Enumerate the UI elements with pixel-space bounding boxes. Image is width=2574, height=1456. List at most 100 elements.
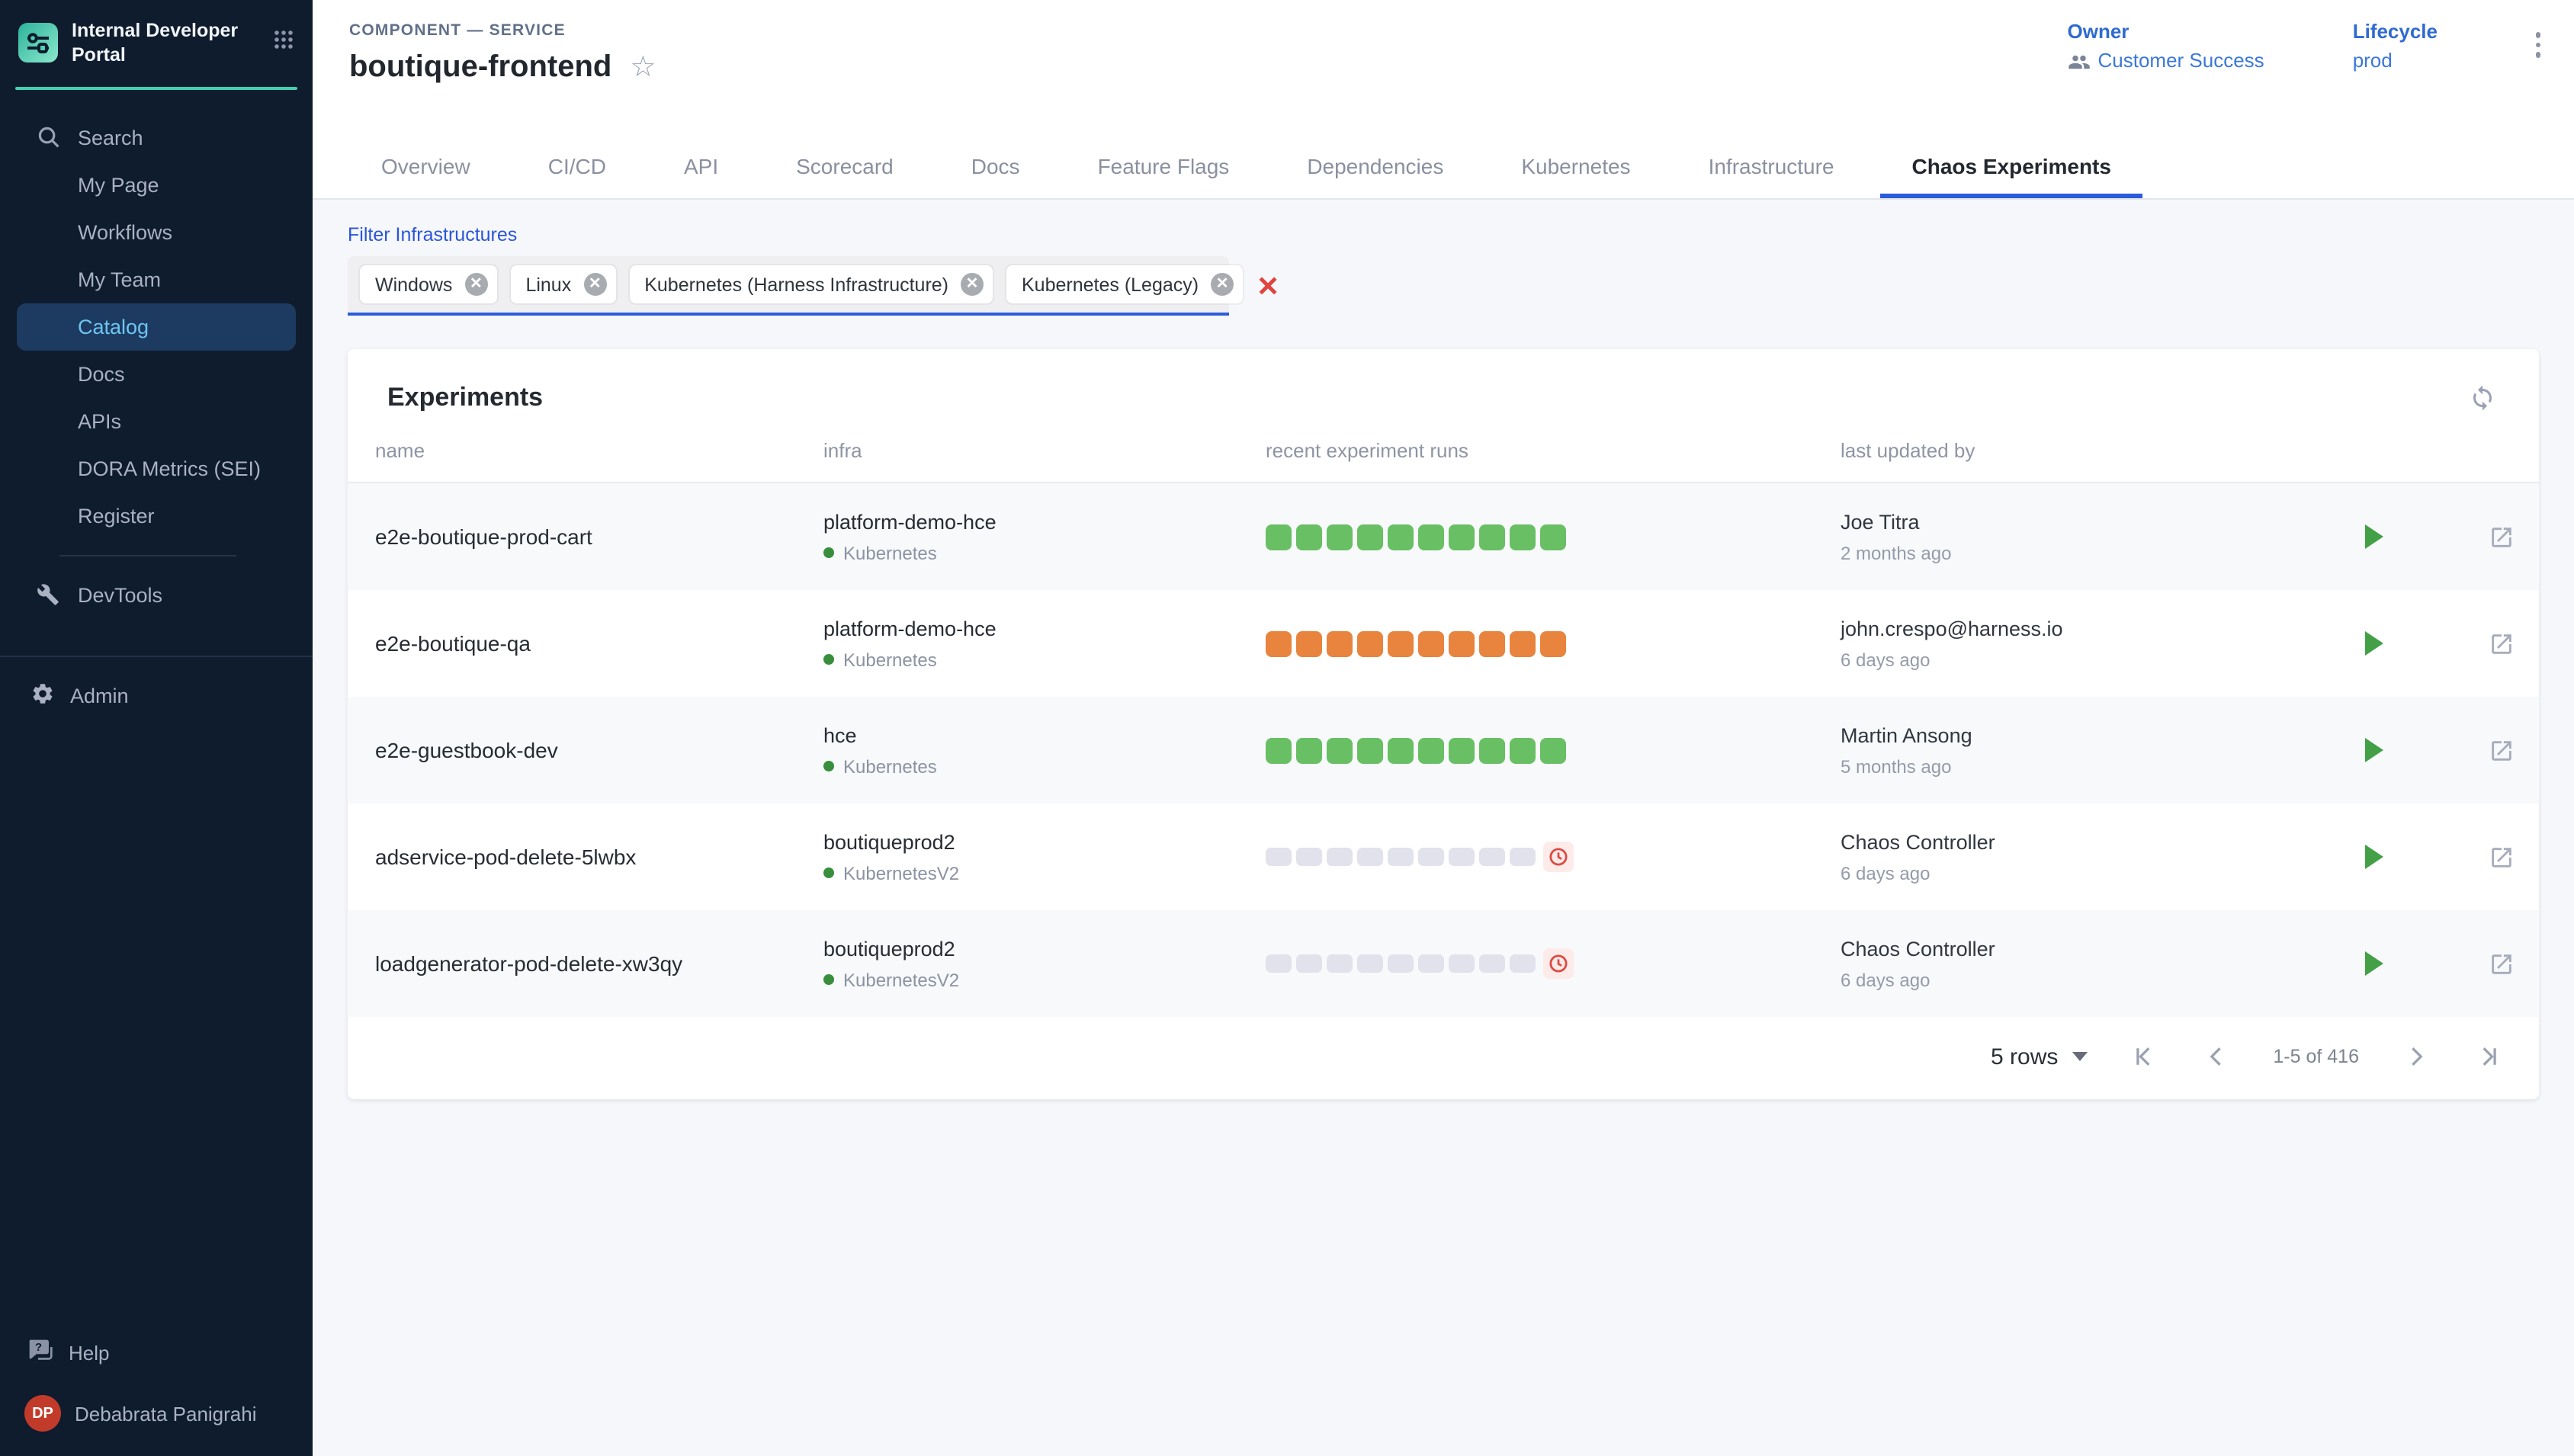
table-row[interactable]: e2e-guestbook-devhceKubernetesMartin Ans… xyxy=(348,697,2539,803)
tab-scorecard[interactable]: Scorecard xyxy=(764,134,926,198)
sidebar-item-my-team[interactable]: My Team xyxy=(17,255,296,303)
run-indicator-pending[interactable] xyxy=(1388,954,1414,973)
run-experiment-button[interactable] xyxy=(2364,738,2385,762)
favorite-star-icon[interactable]: ☆ xyxy=(630,53,656,82)
run-indicator-pending[interactable] xyxy=(1510,954,1536,973)
run-indicator-pending[interactable] xyxy=(1479,848,1505,866)
tab-infrastructure[interactable]: Infrastructure xyxy=(1677,134,1866,198)
run-indicator-success[interactable] xyxy=(1479,737,1505,763)
open-external-icon[interactable] xyxy=(2489,844,2515,870)
filter-chip[interactable]: Windows✕ xyxy=(360,265,496,303)
filter-chip[interactable]: Kubernetes (Harness Infrastructure)✕ xyxy=(629,265,993,303)
tab-docs[interactable]: Docs xyxy=(939,134,1052,198)
chip-remove-icon[interactable]: ✕ xyxy=(1211,273,1234,296)
refresh-icon[interactable] xyxy=(2469,384,2496,412)
run-indicator-pending[interactable] xyxy=(1510,848,1536,866)
run-indicator-success[interactable] xyxy=(1449,737,1475,763)
tab-feature-flags[interactable]: Feature Flags xyxy=(1066,134,1262,198)
run-indicator-pending[interactable] xyxy=(1266,954,1292,973)
run-experiment-button[interactable] xyxy=(2364,524,2385,549)
tab-api[interactable]: API xyxy=(652,134,750,198)
filter-chip[interactable]: Linux✕ xyxy=(510,265,615,303)
first-page-button[interactable] xyxy=(2126,1040,2160,1073)
sidebar-item-help[interactable]: ? Help xyxy=(0,1339,313,1368)
run-indicator-failed[interactable] xyxy=(1418,630,1444,656)
run-indicator-failed[interactable] xyxy=(1388,630,1414,656)
table-row[interactable]: e2e-boutique-prod-cartplatform-demo-hceK… xyxy=(348,483,2539,590)
sidebar-item-apis[interactable]: APIs xyxy=(17,397,296,444)
sidebar-item-dora-metrics-sei-[interactable]: DORA Metrics (SEI) xyxy=(17,444,296,492)
run-indicator-failed[interactable] xyxy=(1296,630,1322,656)
sidebar-item-workflows[interactable]: Workflows xyxy=(17,208,296,255)
run-indicator-success[interactable] xyxy=(1327,737,1353,763)
run-indicator-pending[interactable] xyxy=(1327,954,1353,973)
run-indicator-success[interactable] xyxy=(1357,737,1383,763)
infrastructure-filter-input[interactable]: Windows✕ Linux✕ Kubernetes (Harness Infras… xyxy=(348,256,1229,316)
sidebar-item-my-page[interactable]: My Page xyxy=(17,161,296,208)
run-indicator-pending[interactable] xyxy=(1357,954,1383,973)
owner-link[interactable]: Customer Success xyxy=(2068,49,2264,72)
sidebar-item-admin[interactable]: Admin xyxy=(0,656,313,710)
run-indicator-failed[interactable] xyxy=(1449,630,1475,656)
open-external-icon[interactable] xyxy=(2489,737,2515,763)
run-indicator-success[interactable] xyxy=(1540,737,1566,763)
user-menu[interactable]: DP Debabrata Panigrahi xyxy=(0,1395,313,1456)
run-indicator-success[interactable] xyxy=(1418,524,1444,550)
tab-dependencies[interactable]: Dependencies xyxy=(1275,134,1475,198)
scheduled-run-clock-icon[interactable] xyxy=(1543,842,1574,872)
tab-kubernetes[interactable]: Kubernetes xyxy=(1489,134,1662,198)
sidebar-item-devtools[interactable]: DevTools xyxy=(17,571,296,618)
open-external-icon[interactable] xyxy=(2489,630,2515,656)
run-indicator-pending[interactable] xyxy=(1449,848,1475,866)
run-indicator-failed[interactable] xyxy=(1357,630,1383,656)
open-external-icon[interactable] xyxy=(2489,524,2515,550)
run-indicator-success[interactable] xyxy=(1388,524,1414,550)
run-indicator-success[interactable] xyxy=(1266,737,1292,763)
last-page-button[interactable] xyxy=(2472,1040,2505,1073)
run-indicator-success[interactable] xyxy=(1510,737,1536,763)
run-indicator-pending[interactable] xyxy=(1479,954,1505,973)
sidebar-item-docs[interactable]: Docs xyxy=(17,350,296,397)
run-indicator-pending[interactable] xyxy=(1388,848,1414,866)
sidebar-item-catalog[interactable]: Catalog xyxy=(17,303,296,350)
clear-filters-icon[interactable]: ✕ xyxy=(1257,272,1279,300)
run-indicator-success[interactable] xyxy=(1388,737,1414,763)
run-indicator-failed[interactable] xyxy=(1540,630,1566,656)
run-indicator-pending[interactable] xyxy=(1357,848,1383,866)
tab-overview[interactable]: Overview xyxy=(349,134,502,198)
run-indicator-pending[interactable] xyxy=(1266,848,1292,866)
run-indicator-pending[interactable] xyxy=(1418,954,1444,973)
kebab-menu-icon[interactable] xyxy=(2526,26,2550,63)
run-indicator-success[interactable] xyxy=(1327,524,1353,550)
run-experiment-button[interactable] xyxy=(2364,951,2385,976)
run-indicator-success[interactable] xyxy=(1449,524,1475,550)
run-indicator-success[interactable] xyxy=(1510,524,1536,550)
run-indicator-failed[interactable] xyxy=(1266,630,1292,656)
run-indicator-success[interactable] xyxy=(1357,524,1383,550)
filter-chip[interactable]: Kubernetes (Legacy)✕ xyxy=(1006,265,1243,303)
open-external-icon[interactable] xyxy=(2489,951,2515,977)
run-indicator-failed[interactable] xyxy=(1479,630,1505,656)
run-indicator-pending[interactable] xyxy=(1327,848,1353,866)
run-indicator-pending[interactable] xyxy=(1418,848,1444,866)
run-indicator-success[interactable] xyxy=(1418,737,1444,763)
table-row[interactable]: e2e-boutique-qaplatform-demo-hceKubernet… xyxy=(348,590,2539,697)
tab-chaos-experiments[interactable]: Chaos Experiments xyxy=(1880,134,2143,198)
chip-remove-icon[interactable]: ✕ xyxy=(961,273,984,296)
run-indicator-failed[interactable] xyxy=(1510,630,1536,656)
run-experiment-button[interactable] xyxy=(2364,845,2385,869)
run-indicator-pending[interactable] xyxy=(1296,848,1322,866)
table-row[interactable]: adservice-pod-delete-5lwbxboutiqueprod2K… xyxy=(348,803,2539,910)
run-indicator-success[interactable] xyxy=(1479,524,1505,550)
scheduled-run-clock-icon[interactable] xyxy=(1543,948,1574,979)
rows-per-page-select[interactable]: 5 rows xyxy=(1991,1044,2087,1070)
next-page-button[interactable] xyxy=(2399,1040,2432,1073)
filter-infrastructures-label[interactable]: Filter Infrastructures xyxy=(348,224,2539,245)
run-indicator-pending[interactable] xyxy=(1449,954,1475,973)
sidebar-item-register[interactable]: Register xyxy=(17,492,296,539)
run-indicator-failed[interactable] xyxy=(1327,630,1353,656)
run-indicator-success[interactable] xyxy=(1540,524,1566,550)
table-row[interactable]: loadgenerator-pod-delete-xw3qyboutiquepr… xyxy=(348,910,2539,1017)
run-indicator-success[interactable] xyxy=(1266,524,1292,550)
run-experiment-button[interactable] xyxy=(2364,631,2385,656)
